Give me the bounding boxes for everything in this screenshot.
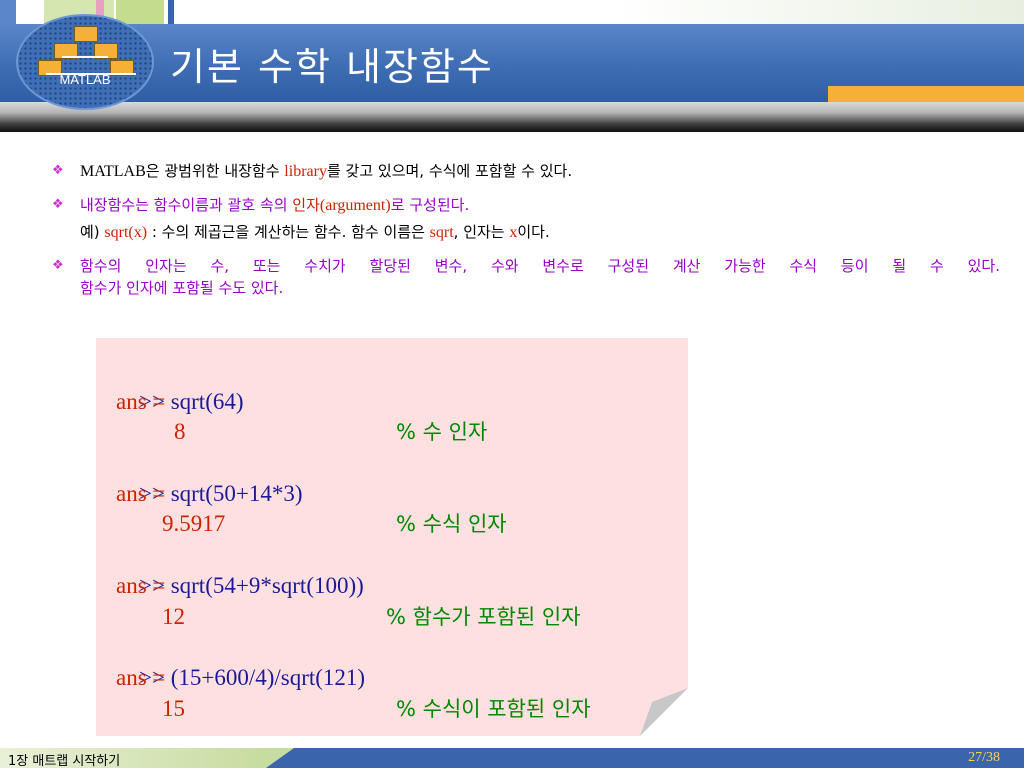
footer-chapter: 1장 매트랩 시작하기 <box>8 754 121 769</box>
matlab-logo: MATLAB <box>16 14 154 110</box>
example-text-b: , 인자는 <box>453 223 510 241</box>
code-line-command: >> sqrt(50+14*3) % 수식 인자 <box>116 448 676 537</box>
bullet2-text-a: 내장함수는 함수이름과 괄호 속의 <box>80 196 293 214</box>
top-strip <box>0 0 1024 24</box>
bullet-diamond-icon: ❖ <box>52 163 64 178</box>
example-text-a: : 수의 제곱근을 계산하는 함수. 함수 이름은 <box>147 223 430 241</box>
bullet-item-builtin-function: ❖ 내장함수는 함수이름과 괄호 속의 인자(argument)로 구성된다. <box>52 194 1002 217</box>
code-line-result: 15 <box>162 695 185 721</box>
code-line-ans: ans = <box>116 664 166 690</box>
code-line-result: 9.5917 <box>162 511 226 537</box>
bullet-diamond-icon: ❖ <box>52 258 64 273</box>
code-line-result: 12 <box>162 603 185 629</box>
bullet-list: ❖ MATLAB은 광범위한 내장함수 library를 갖고 있으며, 수식에… <box>52 160 1002 310</box>
code-line-command: >> sqrt(54+9*sqrt(100)) % 함수가 포함된 인자 <box>116 540 676 629</box>
code-line-result: 8 <box>174 419 186 445</box>
header-shadow-band <box>0 102 1024 132</box>
bullet3-line1: 함수의 인자는 수, 또는 수치가 할당된 변수, 수와 변수로 구성된 계산 … <box>80 257 1000 275</box>
code-line-ans: ans = <box>116 572 166 598</box>
example-prefix: 예) <box>80 223 105 241</box>
bullet1-matlab: MATLAB <box>80 163 146 180</box>
bullet2-argument-ko: 인자 <box>292 196 320 214</box>
page-title: 기본 수학 내장함수 <box>170 45 494 89</box>
example-text-c: 이다. <box>517 223 550 241</box>
bullet2-argument-en: (argument) <box>319 197 391 214</box>
code-line-ans: ans = <box>116 388 166 414</box>
bullet3-line2: 함수가 인자에 포함될 수도 있다. <box>80 279 284 297</box>
top-stripe-blue <box>0 0 16 24</box>
logo-text: MATLAB <box>59 72 111 87</box>
logo-block-top <box>74 26 98 42</box>
bullet1-library: library <box>284 163 327 180</box>
footer-chapter-tab <box>266 748 294 768</box>
page-number: 27/38 <box>968 750 1000 765</box>
code-line-ans: ans = <box>116 480 166 506</box>
bullet1-text-a: 은 광범위한 내장함수 <box>145 162 285 180</box>
example-sqrt: sqrt <box>429 224 454 241</box>
example-sqrt-x: sqrt(x) <box>104 224 148 241</box>
bullet2-text-b: 로 구성된다. <box>390 196 470 214</box>
top-stripe-lime <box>116 0 164 24</box>
bullet-diamond-icon: ❖ <box>52 197 64 212</box>
bullet1-text-b: 를 갖고 있으며, 수식에 포함할 수 있다. <box>326 162 573 180</box>
header-orange-accent <box>828 86 1024 102</box>
top-stripe-navy <box>168 0 174 24</box>
code-line-command: >> (15+600/4)/sqrt(121) % 수식이 포함된 인자 <box>116 632 676 721</box>
code-line-command: >> sqrt(64) % 수 인자 <box>116 356 676 445</box>
bullet-item-matlab-library: ❖ MATLAB은 광범위한 내장함수 library를 갖고 있으며, 수식에… <box>52 160 1002 183</box>
logo-line-mid <box>62 56 108 58</box>
bullet-example-line: 예) sqrt(x) : 수의 제곱근을 계산하는 함수. 함수 이름은 sqr… <box>52 221 1002 244</box>
bullet-item-argument-types: ❖ 함수의 인자는 수, 또는 수치가 할당된 변수, 수와 변수로 구성된 계… <box>52 255 1002 299</box>
code-listing: >> sqrt(64) % 수 인자 ans = 8 >> sqrt(50+14… <box>116 356 676 724</box>
